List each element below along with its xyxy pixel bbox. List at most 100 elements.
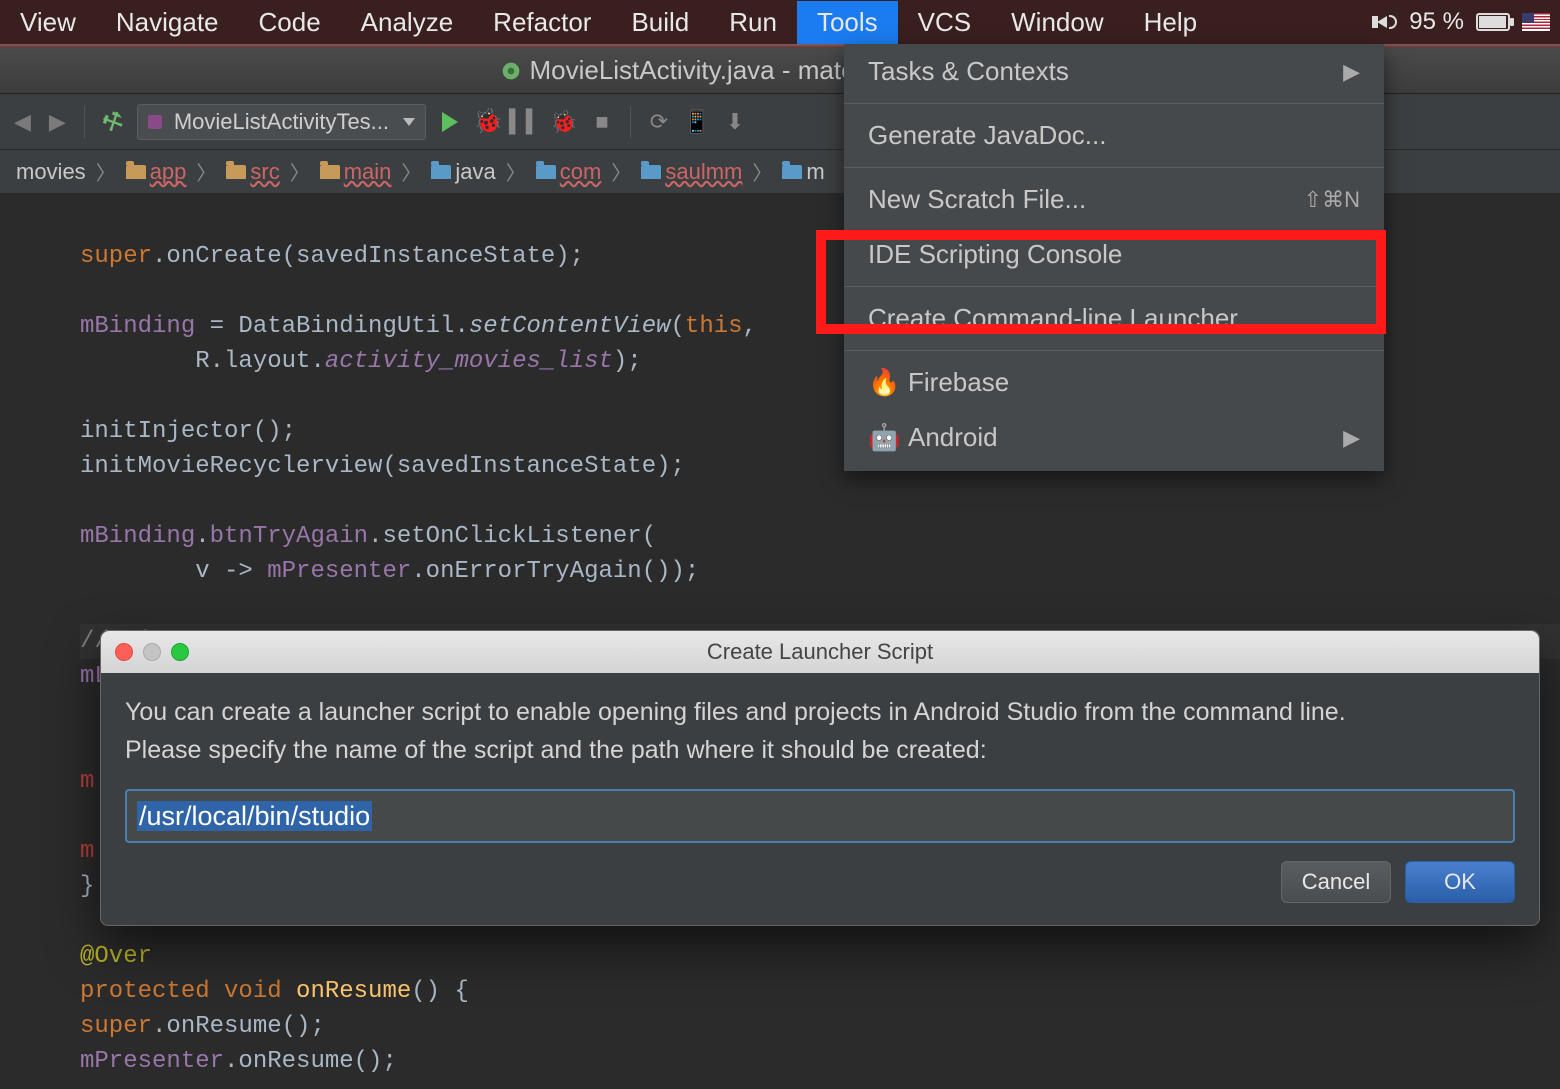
- run-play-icon[interactable]: [436, 108, 464, 136]
- code-token: () {: [411, 978, 469, 1005]
- menu-view[interactable]: View: [0, 1, 96, 44]
- menu-build[interactable]: Build: [611, 1, 709, 44]
- code-token: R.layout.: [80, 348, 325, 375]
- submenu-arrow-icon: ▶: [1343, 425, 1360, 451]
- code-token: (: [671, 313, 685, 340]
- menu-ide-scripting-console[interactable]: IDE Scripting Console: [844, 227, 1384, 282]
- menu-vcs[interactable]: VCS: [898, 1, 991, 44]
- breadcrumb-item[interactable]: movies: [8, 157, 94, 187]
- debug-icon[interactable]: 🐞: [474, 108, 502, 136]
- dialog-title-text: Create Launcher Script: [707, 639, 933, 665]
- code-token: btnTryAgain: [210, 523, 368, 550]
- code-token: mPresenter: [80, 1048, 224, 1075]
- code-token: );: [613, 348, 642, 375]
- sdk-manager-icon[interactable]: ⬇: [721, 108, 749, 136]
- dropdown-caret-icon: [403, 118, 415, 126]
- battery-icon: [1476, 13, 1510, 31]
- menu-tools[interactable]: Tools: [797, 1, 898, 44]
- code-token: @Over: [80, 943, 152, 970]
- code-token: activity_movies_list: [325, 348, 613, 375]
- menu-code[interactable]: Code: [239, 1, 341, 44]
- breadcrumb-item[interactable]: app: [118, 157, 195, 187]
- folder-icon: [536, 165, 556, 179]
- breadcrumb-item[interactable]: com: [528, 157, 610, 187]
- launcher-path-input[interactable]: /usr/local/bin/studio: [125, 789, 1515, 843]
- dialog-text: You can create a launcher script to enab…: [125, 693, 1515, 731]
- menu-shortcut: ⇧⌘N: [1304, 187, 1360, 213]
- code-token: super: [80, 1013, 152, 1040]
- menu-tasks-contexts[interactable]: Tasks & Contexts ▶: [844, 44, 1384, 99]
- code-token: mBinding: [80, 313, 195, 340]
- code-token: = DataBindingUtil.: [195, 313, 469, 340]
- code-token: this: [685, 313, 743, 340]
- code-token: mPresenter: [267, 558, 411, 585]
- avd-manager-icon[interactable]: 📱: [683, 108, 711, 136]
- code-token: m: [80, 768, 94, 795]
- window-minimize-icon: [143, 643, 161, 661]
- folder-icon: [126, 165, 146, 179]
- flag-icon[interactable]: [1522, 13, 1550, 31]
- status-area: 95 %: [1372, 8, 1560, 36]
- code-token: super: [80, 243, 152, 270]
- stop-icon[interactable]: ■: [588, 108, 616, 136]
- run-config-icon: [148, 115, 162, 129]
- menu-new-scratch-file[interactable]: New Scratch File... ⇧⌘N: [844, 172, 1384, 227]
- ok-button[interactable]: OK: [1405, 861, 1515, 903]
- code-token: m: [80, 838, 94, 865]
- breadcrumb-item[interactable]: m: [774, 157, 832, 187]
- volume-icon[interactable]: [1372, 15, 1397, 29]
- menu-item-label: Firebase: [908, 367, 1009, 398]
- code-token: initMovieRecyclerview(savedInstanceState…: [80, 453, 685, 480]
- breadcrumb-item[interactable]: main: [312, 157, 400, 187]
- folder-icon: [320, 165, 340, 179]
- attach-debugger-icon[interactable]: 🐞: [550, 108, 578, 136]
- breadcrumb-item[interactable]: java: [423, 157, 503, 187]
- code-token: .onResume();: [152, 1013, 325, 1040]
- nav-back-icon[interactable]: ◀: [10, 105, 35, 139]
- window-zoom-icon[interactable]: [171, 643, 189, 661]
- code-token: }: [80, 873, 94, 900]
- menu-navigate[interactable]: Navigate: [96, 1, 239, 44]
- tools-dropdown: Tasks & Contexts ▶ Generate JavaDoc... N…: [844, 44, 1384, 471]
- menu-help[interactable]: Help: [1124, 1, 1217, 44]
- profile-icon[interactable]: ▍▍: [512, 108, 540, 136]
- menu-refactor[interactable]: Refactor: [473, 1, 611, 44]
- dialog-text: Please specify the name of the script an…: [125, 731, 1515, 769]
- code-token: initInjector();: [80, 418, 296, 445]
- sync-icon[interactable]: ⟳: [645, 108, 673, 136]
- breadcrumb-item[interactable]: saulmm: [633, 157, 750, 187]
- menu-item-label: Create Command-line Launcher...: [868, 303, 1258, 334]
- dialog-body: You can create a launcher script to enab…: [101, 673, 1539, 861]
- menu-window[interactable]: Window: [991, 1, 1123, 44]
- menu-analyze[interactable]: Analyze: [341, 1, 474, 44]
- menu-run[interactable]: Run: [709, 1, 797, 44]
- code-token: setContentView: [469, 313, 671, 340]
- code-token: .setOnClickListener(: [368, 523, 656, 550]
- menu-firebase[interactable]: 🔥Firebase: [844, 355, 1384, 410]
- android-icon: 🤖: [868, 422, 898, 453]
- cancel-button[interactable]: Cancel: [1281, 861, 1391, 903]
- battery-percent: 95 %: [1409, 8, 1464, 36]
- menu-generate-javadoc[interactable]: Generate JavaDoc...: [844, 108, 1384, 163]
- run-config-label: MovieListActivityTes...: [174, 109, 389, 135]
- breadcrumb-item[interactable]: src: [218, 157, 287, 187]
- android-studio-icon: [501, 61, 521, 81]
- run-configuration-selector[interactable]: MovieListActivityTes...: [137, 104, 426, 140]
- folder-icon: [641, 165, 661, 179]
- window-close-icon[interactable]: [115, 643, 133, 661]
- folder-icon: [226, 165, 246, 179]
- menu-create-cmdline-launcher[interactable]: Create Command-line Launcher...: [844, 291, 1384, 346]
- menu-item-label: Tasks & Contexts: [868, 56, 1069, 87]
- folder-icon: [782, 165, 802, 179]
- folder-icon: [431, 165, 451, 179]
- code-token: ,: [743, 313, 757, 340]
- create-launcher-dialog: Create Launcher Script You can create a …: [100, 630, 1540, 926]
- build-hammer-icon[interactable]: ⚒: [94, 103, 131, 140]
- menu-item-label: Android: [908, 422, 998, 453]
- code-token: .onErrorTryAgain());: [411, 558, 699, 585]
- nav-fwd-icon[interactable]: ▶: [45, 105, 70, 139]
- menu-android[interactable]: 🤖 Android ▶: [844, 410, 1384, 465]
- menubar: View Navigate Code Analyze Refactor Buil…: [0, 0, 1560, 44]
- code-token: mBinding: [80, 523, 195, 550]
- dialog-titlebar[interactable]: Create Launcher Script: [101, 631, 1539, 673]
